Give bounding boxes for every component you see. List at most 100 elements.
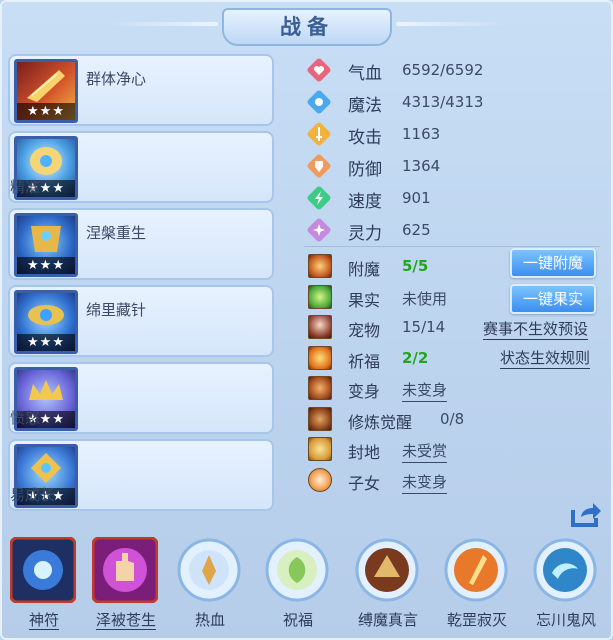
attr-label: 宠物 bbox=[348, 321, 381, 340]
armor-icon bbox=[31, 226, 61, 252]
attr-value: 5/5 bbox=[402, 257, 429, 275]
bottom-slot-wangchuan[interactable]: 忘川鬼风 bbox=[526, 533, 606, 640]
stat-row-spirit: 灵力 625 bbox=[304, 214, 604, 246]
blossom-icon bbox=[265, 538, 329, 602]
attr-row-transform: 变身 未变身 bbox=[304, 374, 604, 405]
event-preset-link[interactable]: 赛事不生效预设 bbox=[483, 318, 589, 340]
skill-name: 绵里藏针 bbox=[86, 301, 147, 319]
attr-value[interactable]: 未变身 bbox=[402, 379, 448, 402]
skill-list: ★★★ 群体净心 ★★★ 精准 ★★★ 涅槃重生 ★★★ 绵里藏针 ★★★ 愤怒… bbox=[8, 54, 278, 516]
status-rules-link[interactable]: 状态生效规则 bbox=[500, 347, 591, 369]
crown-icon bbox=[29, 380, 63, 400]
stat-value: 1364 bbox=[402, 157, 441, 175]
stat-label: 魔法 bbox=[348, 96, 382, 116]
eye-icon bbox=[28, 305, 64, 325]
stat-row-defense: 防御 1364 bbox=[304, 150, 604, 182]
fief-icon bbox=[308, 437, 332, 461]
fire-strike-icon bbox=[444, 538, 508, 602]
attr-label: 修炼觉醒 bbox=[348, 412, 413, 432]
pet-icon bbox=[308, 315, 332, 339]
bottom-slot-label: 热血 bbox=[194, 611, 225, 629]
ghost-wind-icon bbox=[533, 538, 597, 602]
shield-icon bbox=[307, 154, 331, 178]
demon-binding-icon bbox=[355, 538, 419, 602]
skill-card[interactable]: ★★★ 易成长 bbox=[8, 439, 274, 511]
figure-icon bbox=[177, 538, 241, 602]
star-rating: ★★★ bbox=[17, 103, 75, 120]
attr-value: 2/2 bbox=[402, 348, 429, 367]
heart-icon bbox=[307, 58, 331, 82]
attr-label: 果实 bbox=[348, 290, 381, 310]
bottom-slot-binding-mantra[interactable]: 缚魔真言 bbox=[348, 533, 428, 640]
cultivation-icon bbox=[308, 406, 332, 431]
stat-value: 625 bbox=[402, 221, 431, 239]
attr-row-cultivation: 修炼觉醒 0/8 bbox=[304, 405, 604, 436]
attr-value: 0/8 bbox=[440, 409, 465, 428]
share-icon[interactable] bbox=[570, 500, 602, 528]
skill-icon-needle: ★★★ bbox=[14, 290, 78, 354]
bottom-slot-label: 神符 bbox=[28, 611, 59, 630]
bottom-slot-label: 祝福 bbox=[282, 611, 313, 629]
skill-card[interactable]: ★★★ 愤怒 bbox=[8, 362, 274, 434]
base-stats: 气血 6592/6592 魔法 4313/4313 攻击 1163 防御 136… bbox=[304, 54, 604, 246]
bottom-slot-label: 缚魔真言 bbox=[357, 611, 418, 629]
star-rating: ★★★ bbox=[17, 257, 75, 274]
bottom-slot-rune[interactable]: 神符 bbox=[4, 533, 84, 640]
skill-icon-purify: ★★★ bbox=[14, 59, 78, 123]
stat-value: 4313/4313 bbox=[402, 93, 484, 111]
title-ornament-left bbox=[108, 22, 218, 26]
skill-card[interactable]: ★★★ 群体净心 bbox=[8, 54, 274, 126]
skill-icon-rebirth: ★★★ bbox=[14, 213, 78, 277]
transform-icon bbox=[308, 376, 332, 400]
blessing-icon bbox=[308, 345, 332, 370]
emblem-icon bbox=[31, 453, 61, 483]
bottom-slot-qiangang[interactable]: 乾罡寂灭 bbox=[437, 533, 517, 640]
bottom-slot-blessing[interactable]: 祝福 bbox=[258, 533, 338, 640]
attr-value[interactable]: 未受赏 bbox=[402, 440, 448, 463]
stat-row-attack: 攻击 1163 bbox=[304, 118, 604, 150]
hand-glow-icon bbox=[92, 537, 158, 603]
stat-label: 气血 bbox=[348, 64, 382, 84]
attr-value[interactable]: 未变身 bbox=[402, 471, 448, 494]
attr-label: 祈福 bbox=[348, 351, 381, 371]
enchant-icon bbox=[308, 254, 332, 278]
rune-icon bbox=[10, 537, 76, 603]
stat-value: 6592/6592 bbox=[402, 61, 484, 79]
enchant-all-button[interactable]: 一键附魔 bbox=[510, 248, 596, 278]
skill-card[interactable]: ★★★ 涅槃重生 bbox=[8, 208, 274, 280]
attr-value: 未使用 bbox=[402, 289, 448, 308]
bottom-slot-label: 忘川鬼风 bbox=[535, 611, 596, 629]
child-icon bbox=[308, 467, 332, 492]
sword-icon bbox=[307, 122, 331, 146]
skill-card[interactable]: ★★★ 绵里藏针 bbox=[8, 285, 274, 357]
attr-label: 变身 bbox=[348, 382, 381, 401]
attr-label: 附魔 bbox=[348, 260, 381, 279]
stat-label: 灵力 bbox=[348, 224, 382, 244]
skill-name: 涅槃重生 bbox=[86, 224, 147, 242]
spirit-icon bbox=[307, 218, 331, 242]
fruit-icon bbox=[308, 284, 332, 309]
bottom-slot-label: 乾罡寂灭 bbox=[446, 611, 507, 629]
attr-value: 15/14 bbox=[402, 318, 446, 336]
bottom-slot-bless-all[interactable]: 泽被苍生 bbox=[86, 533, 166, 640]
stat-label: 攻击 bbox=[348, 128, 382, 148]
stats-divider bbox=[304, 246, 600, 247]
helmet-icon bbox=[30, 147, 62, 175]
skill-card[interactable]: ★★★ 精准 bbox=[8, 131, 274, 203]
bottom-slot-label: 泽被苍生 bbox=[95, 611, 156, 630]
bottom-slot-hot-blood[interactable]: 热血 bbox=[170, 533, 250, 640]
stat-label: 防御 bbox=[348, 160, 382, 180]
fruit-all-button[interactable]: 一键果实 bbox=[510, 284, 596, 314]
stat-value: 901 bbox=[402, 189, 431, 207]
attr-row-child: 子女 未变身 bbox=[304, 466, 604, 497]
flame-blade-icon bbox=[27, 70, 65, 102]
speed-icon bbox=[307, 186, 331, 210]
page-title: 战备 bbox=[222, 8, 392, 46]
star-rating: ★★★ bbox=[17, 334, 75, 351]
bottom-skill-bar: 神符 泽被苍生 热血 祝福 缚魔真言 乾罡寂灭 忘川鬼风 bbox=[0, 533, 613, 640]
stat-row-mp: 魔法 4313/4313 bbox=[304, 86, 604, 118]
skill-name: 群体净心 bbox=[86, 70, 147, 88]
stat-value: 1163 bbox=[402, 125, 441, 143]
attr-row-fief: 封地 未受赏 bbox=[304, 435, 604, 466]
attr-label: 封地 bbox=[348, 443, 381, 462]
